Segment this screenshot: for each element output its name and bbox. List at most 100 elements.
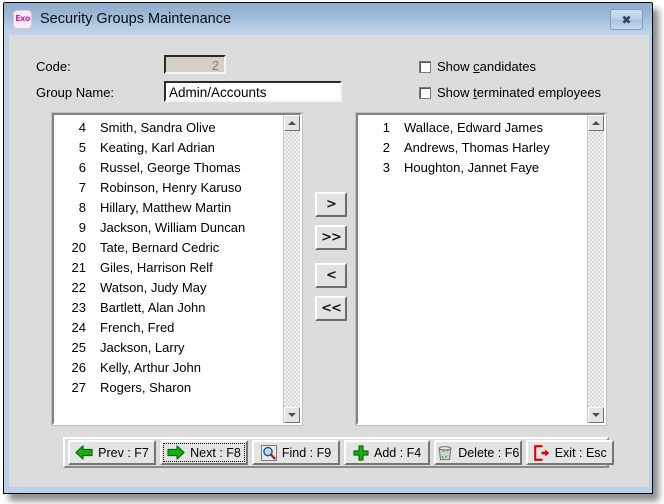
assigned-list-scrollbar[interactable] [587, 115, 604, 423]
list-item-name: Wallace, Edward James [404, 118, 543, 138]
available-list-rows: 4Smith, Sandra Olive5Keating, Karl Adria… [54, 115, 283, 423]
scroll-down-icon[interactable] [284, 407, 300, 423]
list-item[interactable]: 2Andrews, Thomas Harley [358, 138, 587, 158]
move-all-left-button[interactable]: << [315, 296, 347, 321]
list-item-id: 6 [54, 158, 100, 178]
list-item-name: Jackson, William Duncan [100, 218, 245, 238]
list-item-name: Hillary, Matthew Martin [100, 198, 231, 218]
list-item-name: Russel, George Thomas [100, 158, 241, 178]
move-left-button[interactable]: < [315, 263, 347, 288]
find-button[interactable]: Find : F9 [252, 440, 340, 465]
close-icon[interactable]: ✖ [610, 9, 643, 30]
show-candidates-checkbox[interactable]: Show candidates [419, 59, 536, 74]
list-item-id: 20 [54, 238, 100, 258]
move-right-button[interactable]: > [315, 192, 347, 217]
show-candidates-label: Show candidates [437, 59, 536, 74]
next-button[interactable]: Next : F8 [160, 440, 248, 465]
list-item-id: 3 [358, 158, 404, 178]
list-item-id: 8 [54, 198, 100, 218]
title-bar[interactable]: Exo Security Groups Maintenance ✖ [4, 3, 652, 35]
list-item-name: Robinson, Henry Karuso [100, 178, 242, 198]
assigned-employees-list[interactable]: 1Wallace, Edward James2Andrews, Thomas H… [356, 113, 606, 425]
scroll-up-icon[interactable] [588, 115, 604, 131]
list-item-name: Bartlett, Alan John [100, 298, 206, 318]
show-terminated-label: Show terminated employees [437, 85, 601, 100]
list-item[interactable]: 3Houghton, Jannet Faye [358, 158, 587, 178]
list-item-id: 22 [54, 278, 100, 298]
list-item-id: 23 [54, 298, 100, 318]
list-item-id: 26 [54, 358, 100, 378]
list-item-name: Tate, Bernard Cedric [100, 238, 219, 258]
list-item[interactable]: 1Wallace, Edward James [358, 118, 587, 138]
exit-button[interactable]: Exit : Esc [526, 440, 614, 465]
window-title: Security Groups Maintenance [40, 11, 231, 27]
application-window: Exo Security Groups Maintenance ✖ Code: … [3, 2, 653, 494]
list-item[interactable]: 9Jackson, William Duncan [54, 218, 283, 238]
client-area: Code: 2 Group Name: Admin/Accounts Show … [9, 35, 649, 487]
list-item-name: Watson, Judy May [100, 278, 206, 298]
list-item-id: 27 [54, 378, 100, 398]
add-button[interactable]: Add : F4 [344, 440, 430, 465]
list-item[interactable]: 23Bartlett, Alan John [54, 298, 283, 318]
list-item-name: French, Fred [100, 318, 174, 338]
scroll-down-icon[interactable] [588, 407, 604, 423]
available-list-scrollbar[interactable] [283, 115, 300, 423]
delete-button[interactable]: Delete : F6 [434, 440, 522, 465]
add-button-label: Add : F4 [374, 446, 421, 460]
list-item[interactable]: 5Keating, Karl Adrian [54, 138, 283, 158]
exo-icon: Exo [13, 10, 32, 29]
arrow-left-icon [75, 445, 93, 460]
scroll-up-icon[interactable] [284, 115, 300, 131]
find-button-label: Find : F9 [282, 446, 331, 460]
next-button-label: Next : F8 [190, 446, 241, 460]
list-item-name: Jackson, Larry [100, 338, 185, 358]
list-item-name: Houghton, Jannet Faye [404, 158, 539, 178]
list-item-id: 5 [54, 138, 100, 158]
list-item-name: Andrews, Thomas Harley [404, 138, 550, 158]
exit-door-icon [534, 445, 550, 461]
list-item-name: Smith, Sandra Olive [100, 118, 216, 138]
list-item[interactable]: 26Kelly, Arthur John [54, 358, 283, 378]
available-employees-list[interactable]: 4Smith, Sandra Olive5Keating, Karl Adria… [52, 113, 302, 425]
list-item[interactable]: 22Watson, Judy May [54, 278, 283, 298]
list-item[interactable]: 7Robinson, Henry Karuso [54, 178, 283, 198]
delete-button-label: Delete : F6 [458, 446, 519, 460]
bottom-toolbar: Prev : F7 Next : F8 Fi [63, 437, 609, 468]
checkbox-box[interactable] [419, 87, 431, 99]
recycle-bin-icon [437, 445, 453, 461]
list-item-id: 2 [358, 138, 404, 158]
list-item[interactable]: 6Russel, George Thomas [54, 158, 283, 178]
list-item[interactable]: 27Rogers, Sharon [54, 378, 283, 398]
prev-button[interactable]: Prev : F7 [68, 440, 156, 465]
list-item[interactable]: 8Hillary, Matthew Martin [54, 198, 283, 218]
list-item[interactable]: 24French, Fred [54, 318, 283, 338]
list-item-id: 7 [54, 178, 100, 198]
search-icon [261, 445, 277, 461]
list-item-name: Kelly, Arthur John [100, 358, 201, 378]
move-all-right-button[interactable]: >> [315, 225, 347, 250]
list-item-id: 9 [54, 218, 100, 238]
list-item-id: 21 [54, 258, 100, 278]
group-name-input[interactable]: Admin/Accounts [164, 81, 342, 102]
list-item-name: Keating, Karl Adrian [100, 138, 215, 158]
app-icon-text: Exo [15, 15, 30, 23]
list-item-id: 24 [54, 318, 100, 338]
group-name-label: Group Name: [36, 85, 114, 100]
list-item[interactable]: 21Giles, Harrison Relf [54, 258, 283, 278]
list-item-id: 4 [54, 118, 100, 138]
code-label: Code: [36, 59, 71, 74]
list-item-id: 1 [358, 118, 404, 138]
list-item[interactable]: 25Jackson, Larry [54, 338, 283, 358]
prev-button-label: Prev : F7 [98, 446, 149, 460]
list-item-name: Rogers, Sharon [100, 378, 191, 398]
plus-icon [353, 445, 369, 461]
list-item-id: 25 [54, 338, 100, 358]
list-item-name: Giles, Harrison Relf [100, 258, 213, 278]
checkbox-box[interactable] [419, 61, 431, 73]
arrow-right-icon [167, 445, 185, 460]
show-terminated-employees-checkbox[interactable]: Show terminated employees [419, 85, 601, 100]
exit-button-label: Exit : Esc [555, 446, 607, 460]
list-item[interactable]: 4Smith, Sandra Olive [54, 118, 283, 138]
code-input: 2 [164, 55, 226, 74]
list-item[interactable]: 20Tate, Bernard Cedric [54, 238, 283, 258]
